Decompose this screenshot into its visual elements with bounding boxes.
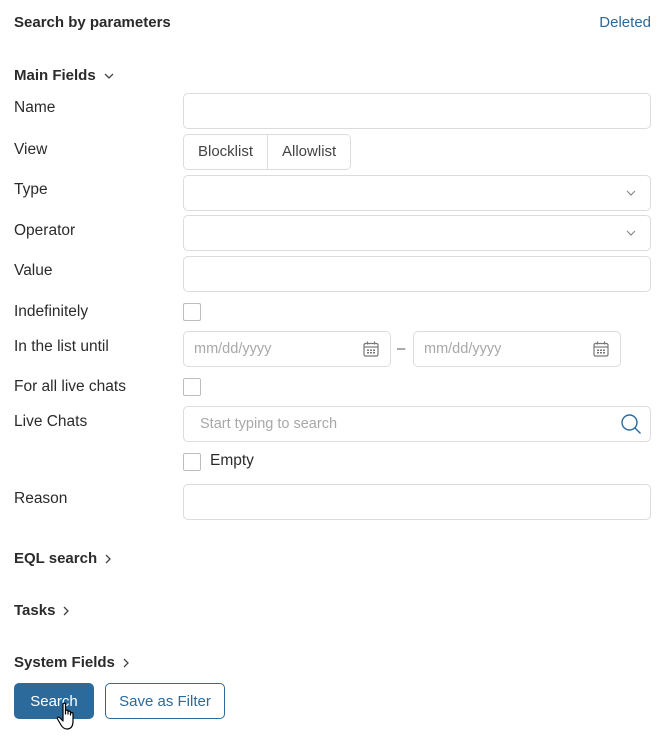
name-label: Name xyxy=(14,99,56,116)
tasks-label: Tasks xyxy=(14,602,56,619)
date-range-separator: – xyxy=(397,340,406,357)
hand-cursor-icon xyxy=(56,702,74,730)
value-label: Value xyxy=(14,262,53,279)
in-list-until-label: In the list until xyxy=(14,338,109,355)
reason-label: Reason xyxy=(14,490,68,507)
main-fields-label: Main Fields xyxy=(14,67,96,84)
eql-search-label: EQL search xyxy=(14,550,98,567)
operator-label: Operator xyxy=(14,222,76,239)
for-all-live-chats-label: For all live chats xyxy=(14,378,126,395)
type-select[interactable] xyxy=(183,175,651,211)
system-fields-toggle[interactable]: System Fields xyxy=(14,654,129,671)
view-label: View xyxy=(14,141,48,158)
search-button[interactable]: Search xyxy=(14,683,94,719)
eql-search-toggle[interactable]: EQL search xyxy=(14,550,112,567)
for-all-live-chats-checkbox[interactable] xyxy=(183,378,201,396)
chevron-down-icon xyxy=(104,73,114,79)
chevron-down-icon xyxy=(626,230,636,236)
live-chats-placeholder: Start typing to search xyxy=(200,416,338,432)
date-to-input[interactable]: mm/dd/yyyy xyxy=(413,331,621,367)
indefinitely-label: Indefinitely xyxy=(14,303,89,320)
reason-input[interactable] xyxy=(183,484,651,520)
live-chats-search-input[interactable]: Start typing to search xyxy=(183,406,651,442)
live-chats-empty-label: Empty xyxy=(210,452,254,469)
chevron-right-icon xyxy=(105,554,112,563)
view-segmented-control: Blocklist Allowlist xyxy=(183,134,352,170)
date-from-placeholder: mm/dd/yyyy xyxy=(194,341,272,357)
calendar-icon[interactable] xyxy=(592,340,610,358)
indefinitely-checkbox[interactable] xyxy=(183,303,201,321)
type-label: Type xyxy=(14,181,48,198)
name-input[interactable] xyxy=(183,93,651,129)
live-chats-empty-checkbox[interactable] xyxy=(183,453,201,471)
main-fields-toggle[interactable]: Main Fields xyxy=(14,67,114,84)
search-icon[interactable] xyxy=(620,413,642,435)
operator-select[interactable] xyxy=(183,215,651,251)
chevron-down-icon xyxy=(626,190,636,196)
view-allowlist-button[interactable]: Allowlist xyxy=(267,135,351,169)
system-fields-label: System Fields xyxy=(14,654,115,671)
save-as-filter-button[interactable]: Save as Filter xyxy=(105,683,225,719)
date-to-placeholder: mm/dd/yyyy xyxy=(424,341,502,357)
page-title: Search by parameters xyxy=(14,14,171,31)
tasks-toggle[interactable]: Tasks xyxy=(14,602,70,619)
value-input[interactable] xyxy=(183,256,651,292)
date-from-input[interactable]: mm/dd/yyyy xyxy=(183,331,391,367)
deleted-link[interactable]: Deleted xyxy=(599,14,651,31)
chevron-right-icon xyxy=(123,658,129,667)
chevron-right-icon xyxy=(63,606,70,615)
calendar-icon[interactable] xyxy=(362,340,380,358)
live-chats-label: Live Chats xyxy=(14,413,88,430)
view-blocklist-button[interactable]: Blocklist xyxy=(184,135,268,169)
